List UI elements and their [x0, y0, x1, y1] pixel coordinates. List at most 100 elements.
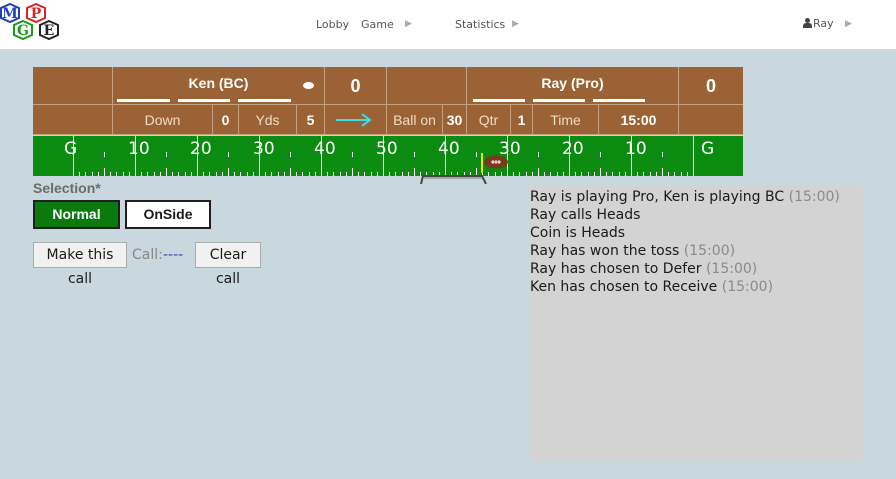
yard-tick [407, 172, 409, 176]
yard-tick [184, 172, 186, 176]
option-onside[interactable]: OnSide [125, 200, 211, 229]
yard-label: G [701, 139, 715, 159]
yard-label: 40 [314, 139, 336, 159]
blank-cell [33, 105, 113, 135]
yard-tick [358, 172, 360, 176]
yard-tick [618, 172, 620, 176]
yard-label: 10 [128, 139, 150, 159]
yard-tick [494, 172, 496, 176]
hash-mark [414, 152, 415, 157]
yard-tick [500, 172, 502, 176]
log-entry: Ray has won the toss (15:00) [530, 242, 863, 260]
hash-mark [321, 152, 322, 157]
yard-tick [612, 172, 614, 176]
yard-tick [401, 172, 403, 176]
yard-tick [364, 172, 366, 176]
nav-user-menu[interactable]: Ray [803, 17, 834, 30]
yard-tick [122, 172, 124, 176]
yard-tick [352, 168, 353, 176]
yard-tick [215, 172, 217, 176]
yard-tick [587, 172, 589, 176]
yard-tick [209, 172, 211, 176]
yard-tick [513, 172, 515, 176]
time-label: Time [533, 105, 599, 135]
down-value: 0 [213, 105, 239, 135]
blank-cell [679, 105, 743, 135]
yard-tick [147, 172, 149, 176]
yard-tick [655, 172, 657, 176]
log-text: Ray calls Heads [530, 207, 641, 223]
yard-tick [637, 172, 639, 176]
arrow-right-icon [336, 113, 372, 127]
yard-tick [538, 168, 539, 176]
yard-tick [314, 172, 316, 176]
yard-tick [290, 168, 291, 176]
direction-cell [325, 105, 387, 135]
yard-tick [308, 172, 310, 176]
yard-tick [562, 172, 564, 176]
hash-mark [352, 152, 353, 157]
yard-tick [190, 172, 192, 176]
ball-on-label: Ball on [387, 105, 443, 135]
caret-right-icon[interactable]: ▶ [405, 18, 412, 29]
scoreboard: Ken (BC) 0 Ray (Pro) 0 Down 0 Yds 5 Ball… [33, 67, 743, 135]
yard-tick [73, 136, 74, 176]
yard-tick [203, 172, 205, 176]
yard-tick [606, 172, 608, 176]
logo-letter-g: G [17, 23, 29, 39]
logo-letter-p: P [31, 6, 42, 22]
home-timeout-bar [473, 99, 525, 102]
log-text: Ray has won the toss [530, 243, 680, 259]
log-entry: Ray calls Heads [530, 206, 863, 224]
hash-mark [259, 152, 260, 157]
yard-tick [575, 172, 577, 176]
caret-right-icon[interactable]: ▶ [845, 18, 852, 29]
yard-tick [153, 172, 155, 176]
yard-tick [265, 172, 267, 176]
hash-mark [135, 152, 136, 157]
clear-call-button[interactable]: Clear call [195, 242, 261, 287]
yard-tick [128, 172, 130, 176]
hash-mark [569, 152, 570, 157]
time-value: 15:00 [599, 105, 679, 135]
yard-tick [159, 172, 161, 176]
home-timeout-bar [533, 99, 585, 102]
log-entry: Ray is playing Pro, Ken is playing BC (1… [530, 188, 863, 206]
nav-statistics[interactable]: Statistics [455, 18, 505, 31]
user-icon [803, 18, 812, 28]
yard-tick [519, 172, 521, 176]
make-call-button[interactable]: Make this call [33, 242, 127, 287]
yard-tick [296, 172, 298, 176]
yard-tick [172, 172, 174, 176]
football-field: G 10 20 30 40 50 40 30 20 10 G [33, 136, 743, 176]
home-score: 0 [679, 67, 743, 105]
yard-tick [345, 172, 347, 176]
yard-tick [246, 172, 248, 176]
yard-tick [370, 172, 372, 176]
mpge-logo[interactable]: M P G E [0, 3, 60, 47]
log-time: (15:00) [683, 243, 736, 259]
caret-right-icon[interactable]: ▶ [512, 18, 519, 29]
nav-game[interactable]: Game [361, 18, 394, 31]
yds-value: 5 [297, 105, 325, 135]
yard-tick [624, 172, 626, 176]
yard-tick [85, 172, 87, 176]
yard-tick [600, 168, 601, 176]
hash-mark [228, 152, 229, 157]
yard-tick [649, 172, 651, 176]
yard-tick [97, 172, 99, 176]
football-icon [484, 155, 508, 169]
yard-tick [277, 172, 279, 176]
yard-tick [693, 136, 694, 176]
yard-tick [376, 172, 378, 176]
option-normal[interactable]: Normal [33, 200, 120, 229]
yard-tick [686, 172, 688, 176]
call-label: Call: [132, 247, 163, 263]
possession-icon [303, 82, 314, 89]
hash-mark [383, 152, 384, 157]
yard-tick [234, 172, 236, 176]
yard-tick [643, 172, 645, 176]
nav-lobby[interactable]: Lobby [316, 18, 349, 31]
log-text: Ray is playing Pro, Ken is playing BC [530, 189, 785, 205]
log-time: (15:00) [705, 261, 758, 277]
